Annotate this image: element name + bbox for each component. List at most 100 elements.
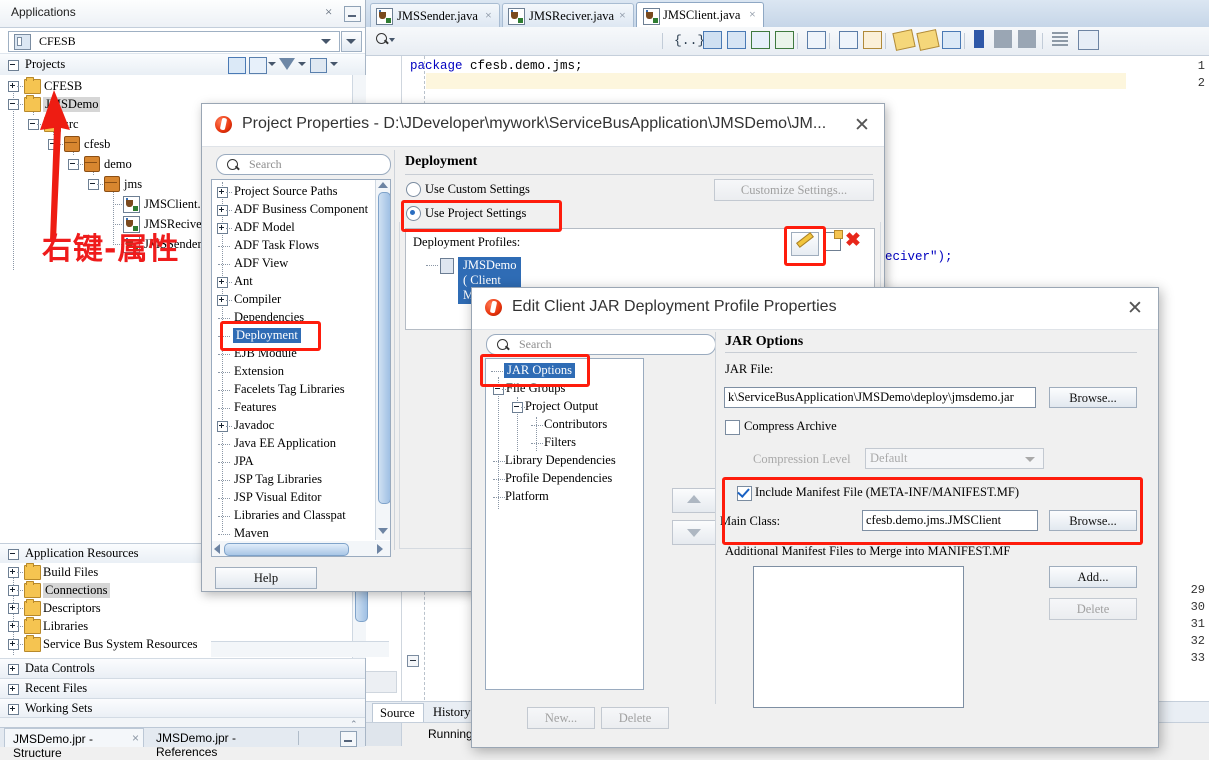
help-button[interactable]: Help xyxy=(215,567,317,589)
include-manifest-label: Include Manifest File (META-INF/MANIFEST… xyxy=(755,485,1020,499)
collapse-icon[interactable] xyxy=(8,549,19,560)
annotation-text: 右键-属性 xyxy=(42,232,180,267)
properties-nav-list[interactable]: Project Source Paths ADF Business Compon… xyxy=(211,179,391,543)
search-projects-icon[interactable] xyxy=(228,57,246,74)
folder-icon xyxy=(24,617,41,634)
nav-label: Project Source Paths xyxy=(234,184,338,198)
main-class-browse-button[interactable]: Browse... xyxy=(1049,510,1137,531)
section-data-controls[interactable]: Data Controls xyxy=(0,658,365,678)
delete-manifest-button[interactable]: Delete xyxy=(1049,598,1137,620)
outline-icon[interactable] xyxy=(807,31,826,49)
compression-level-select[interactable]: Default xyxy=(865,448,1044,469)
editor-toolbar: {..} xyxy=(366,27,1209,56)
properties-icon[interactable] xyxy=(839,31,858,49)
tab-close-icon[interactable]: × xyxy=(485,8,492,23)
nav-vertical-scrollbar[interactable] xyxy=(375,180,390,540)
nav-label: Maven xyxy=(234,526,269,540)
nav-label: File Groups xyxy=(506,381,566,395)
nav-label: Java EE Application xyxy=(234,436,337,450)
minimize-icon[interactable] xyxy=(344,6,361,22)
expand-icon[interactable] xyxy=(8,704,19,715)
new-profile-button[interactable] xyxy=(824,230,843,251)
application-combo[interactable]: CFESB xyxy=(8,31,340,52)
tab-jmsreciver[interactable]: JMSReciver.java × xyxy=(502,3,634,28)
nav-horizontal-scrollbar[interactable] xyxy=(211,641,389,657)
group-by-icon[interactable] xyxy=(310,58,327,73)
include-manifest-checkbox[interactable] xyxy=(737,486,752,501)
bookmark-icon[interactable] xyxy=(974,30,984,48)
line-number: 31 xyxy=(1190,617,1205,631)
bookmark-next-icon[interactable] xyxy=(994,30,1012,48)
list-delete-button[interactable]: Delete xyxy=(601,707,669,729)
java-file-icon xyxy=(123,196,140,213)
tab-close-icon[interactable]: × xyxy=(749,7,756,22)
tab-jmssender[interactable]: JMSSender.java × xyxy=(370,3,500,28)
move-up-button[interactable] xyxy=(672,488,716,513)
radio-use-project-settings[interactable] xyxy=(406,206,421,221)
tab-structure[interactable]: JMSDemo.jpr - Structure × xyxy=(4,728,144,760)
code-line-1: package cfesb.demo.jms; xyxy=(410,59,583,73)
close-icon[interactable]: ✕ xyxy=(854,114,870,137)
code-fold-toggle[interactable] xyxy=(407,655,419,667)
remove-highlight-icon[interactable] xyxy=(916,29,940,51)
tab-close-icon[interactable]: × xyxy=(619,8,626,23)
code-fragment-partial: eciver"); xyxy=(885,250,953,264)
jar-file-input[interactable]: k\ServiceBusApplication\JMSDemo\deploy\j… xyxy=(724,387,1036,408)
braces-icon[interactable]: {..} xyxy=(674,33,705,48)
new-button[interactable]: New... xyxy=(527,707,595,729)
jar-file-label: JAR File: xyxy=(725,362,774,376)
align-icon[interactable] xyxy=(1052,32,1068,46)
line-number: 32 xyxy=(1190,634,1205,648)
jar-nav-list[interactable]: JAR Options File Groups Project Output C… xyxy=(485,358,644,690)
customize-settings-button[interactable]: Customize Settings... xyxy=(714,179,874,201)
debug-step-icon[interactable] xyxy=(703,31,722,49)
compress-archive-checkbox[interactable] xyxy=(725,420,740,435)
properties-search-input[interactable]: Search xyxy=(216,154,391,175)
resource-label: Service Bus System Resources xyxy=(43,637,198,651)
nav-hscrollbar[interactable] xyxy=(211,541,391,557)
nav-label: ADF Task Flows xyxy=(234,238,320,252)
section-working-sets[interactable]: Working Sets xyxy=(0,698,365,718)
jar-search-input[interactable]: Search xyxy=(486,334,716,355)
font-size-icon[interactable] xyxy=(1078,30,1099,50)
block-indent-icon[interactable] xyxy=(942,31,961,49)
section-label: Recent Files xyxy=(25,681,88,695)
jar-file-value: k\ServiceBusApplication\JMSDemo\deploy\j… xyxy=(728,390,1014,404)
collapse-icon[interactable] xyxy=(8,60,19,71)
tab-label: JMSReciver.java xyxy=(529,9,615,23)
folder-icon xyxy=(24,581,41,598)
tree-label: JMSClient. xyxy=(144,197,201,211)
edit-profile-button[interactable] xyxy=(791,232,819,256)
add-manifest-button[interactable]: Add... xyxy=(1049,566,1137,588)
additional-manifest-list[interactable] xyxy=(753,566,964,708)
tab-source[interactable]: Source xyxy=(372,703,424,722)
main-class-value: cfesb.demo.jms.JMSClient xyxy=(866,513,1002,527)
expand-icon[interactable] xyxy=(8,664,19,675)
main-class-input[interactable]: cfesb.demo.jms.JMSClient xyxy=(862,510,1038,531)
move-down-button[interactable] xyxy=(672,520,716,545)
close-icon[interactable]: × xyxy=(325,4,332,20)
application-menu-button[interactable] xyxy=(341,31,362,52)
nav-label: Platform xyxy=(505,489,549,503)
tab-jmsclient[interactable]: JMSClient.java × xyxy=(636,2,764,28)
tab-references[interactable]: JMSDemo.jpr - References xyxy=(148,728,296,759)
jar-file-browse-button[interactable]: Browse... xyxy=(1049,387,1137,408)
code-block-icon[interactable] xyxy=(863,31,882,49)
package-icon xyxy=(104,176,120,192)
nav-label: Ant xyxy=(234,274,253,288)
refactor-icon[interactable] xyxy=(775,31,794,49)
close-icon[interactable]: ✕ xyxy=(1127,297,1143,320)
export-icon[interactable] xyxy=(727,31,746,49)
bookmark-prev-icon[interactable] xyxy=(1018,30,1036,48)
delete-profile-button[interactable]: ✖ xyxy=(845,229,861,252)
working-sets-icon[interactable] xyxy=(249,57,267,74)
status-icon-area xyxy=(366,723,402,746)
minimize-icon[interactable] xyxy=(340,731,357,747)
filter-icon[interactable] xyxy=(279,58,295,70)
expand-icon[interactable] xyxy=(8,684,19,695)
nav-label: Profile Dependencies xyxy=(505,471,613,485)
section-recent-files[interactable]: Recent Files xyxy=(0,678,365,698)
run-to-icon[interactable] xyxy=(751,31,770,49)
radio-use-custom-settings[interactable] xyxy=(406,182,421,197)
highlight-icon[interactable] xyxy=(892,29,916,51)
